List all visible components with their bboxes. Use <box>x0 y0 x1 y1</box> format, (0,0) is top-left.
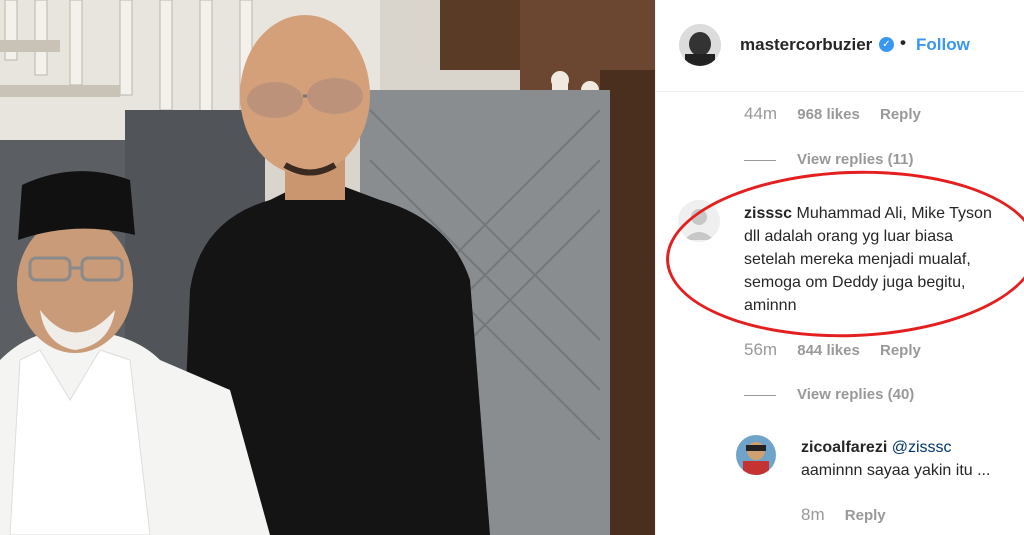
reply-button[interactable]: Reply <box>880 342 921 359</box>
comment-line-1: Muhammad Ali, Mike Tyson <box>796 205 992 222</box>
comment-line-2: dll adalah orang yg luar biasa <box>744 228 954 245</box>
commenter-avatar[interactable] <box>678 200 720 242</box>
post-photo <box>0 0 655 535</box>
comment-meta: 44m 968 likes Reply <box>744 104 937 124</box>
avatar[interactable] <box>679 24 721 66</box>
reply-text: zicoalfarezi @zisssc aaminnn sayaa yakin… <box>801 436 1021 482</box>
comment-likes[interactable]: 968 likes <box>797 106 860 123</box>
post-header: mastercorbuzier ✓ • Follow <box>656 0 1024 92</box>
comment-likes[interactable]: 844 likes <box>797 342 860 359</box>
comment-line-4: semoga om Deddy juga begitu, <box>744 274 966 291</box>
comment-username[interactable]: zisssc <box>744 205 792 222</box>
view-replies-button[interactable]: View replies (11) <box>744 151 913 168</box>
post-username[interactable]: mastercorbuzier <box>740 35 872 55</box>
divider-line <box>744 394 776 396</box>
mention-link[interactable]: @zisssc <box>892 439 952 456</box>
reply-button[interactable]: Reply <box>845 507 886 524</box>
follow-button[interactable]: Follow <box>916 35 970 55</box>
reply-meta: 8m Reply <box>801 505 902 525</box>
verified-icon: ✓ <box>879 37 894 52</box>
comments-panel: mastercorbuzier ✓ • Follow 44m 968 likes… <box>655 0 1024 535</box>
reply-avatar[interactable] <box>736 435 776 475</box>
reply-username[interactable]: zicoalfarezi <box>801 439 887 456</box>
reply-time: 8m <box>801 505 825 524</box>
comment-line-5: aminnn <box>744 297 797 314</box>
comment-line-3: setelah mereka menjadi mualaf, <box>744 251 971 268</box>
comment-meta: 56m 844 likes Reply <box>744 340 937 360</box>
separator-dot: • <box>900 33 906 52</box>
reply-button[interactable]: Reply <box>880 106 921 123</box>
reply-line: aaminnn sayaa yakin itu ... <box>801 462 991 479</box>
comment-time: 44m <box>744 104 778 123</box>
view-replies-button[interactable]: View replies (40) <box>744 386 914 403</box>
view-replies-label: View replies (11) <box>797 151 914 168</box>
divider-line <box>744 159 776 161</box>
comment-text: zisssc Muhammad Ali, Mike Tyson dll adal… <box>744 202 1019 317</box>
view-replies-label: View replies (40) <box>797 386 915 403</box>
comment-time: 56m <box>744 340 778 359</box>
